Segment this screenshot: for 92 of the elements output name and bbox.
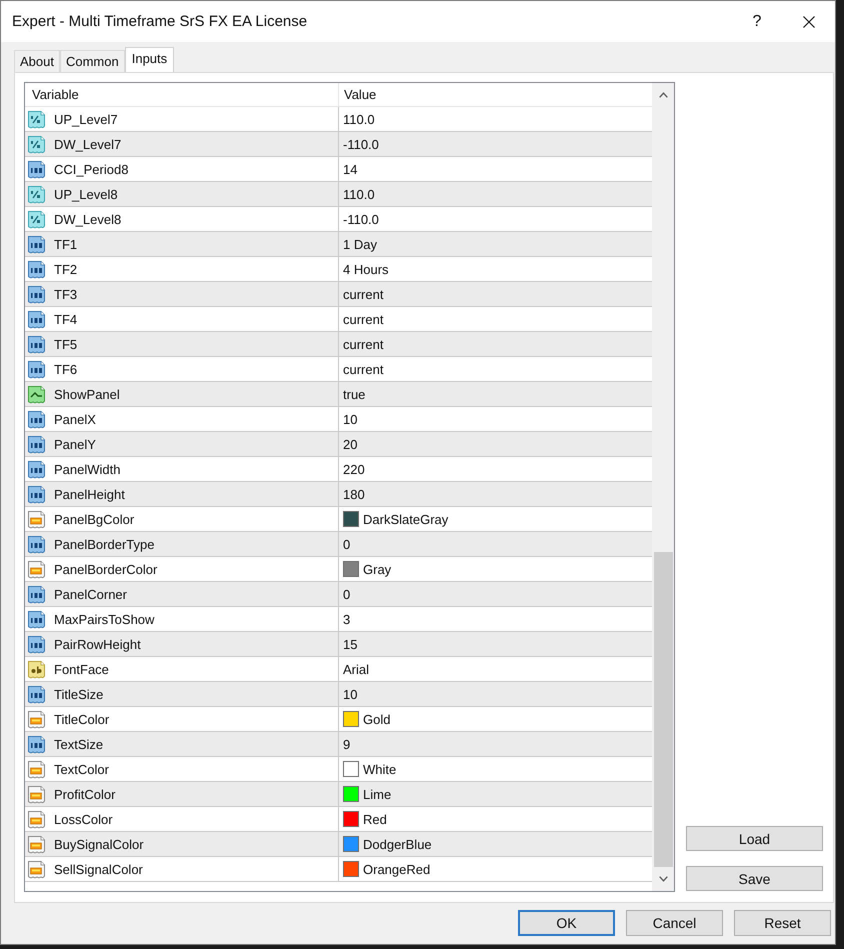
variable-name: ShowPanel — [54, 386, 120, 402]
variable-name: SellSignalColor — [54, 862, 143, 876]
integer-type-icon — [27, 684, 46, 704]
scroll-down-icon — [659, 876, 668, 882]
variable-value[interactable]: 110.0 — [343, 186, 375, 202]
variable-value[interactable]: 14 — [343, 162, 358, 176]
vertical-scrollbar[interactable] — [652, 83, 674, 891]
variable-name: CCI_Period8 — [54, 162, 128, 176]
integer-type-icon — [27, 634, 46, 654]
variable-name: TitleColor — [54, 712, 110, 726]
variable-name: LossColor — [54, 812, 113, 826]
variable-value[interactable]: DarkSlateGray — [363, 512, 448, 526]
variable-name: ProfitColor — [54, 786, 116, 802]
column-header: Value — [343, 86, 378, 104]
variable-name: BuySignalColor — [54, 836, 144, 852]
variable-name: TF1 — [54, 236, 78, 252]
variable-name: TextSize — [54, 736, 104, 752]
variable-name: DW_Level8 — [54, 212, 122, 226]
variable-name: PanelBorderColor — [54, 562, 158, 576]
variable-value[interactable]: DodgerBlue — [363, 836, 432, 852]
variable-value[interactable]: 9 — [343, 736, 350, 752]
integer-type-icon — [27, 584, 46, 604]
tab[interactable]: About — [14, 50, 60, 72]
dialog-button[interactable]: Reset — [734, 910, 831, 936]
variable-name: PanelBorderType — [54, 536, 154, 552]
decimal-type-icon — [27, 184, 46, 204]
integer-type-icon — [27, 734, 46, 754]
variable-value[interactable]: Red — [363, 812, 387, 826]
variable-value[interactable]: 15 — [343, 636, 358, 652]
variable-value[interactable]: 10 — [343, 412, 358, 426]
variable-name: TitleSize — [54, 686, 104, 702]
variable-name: PanelY — [54, 436, 96, 452]
variable-value[interactable]: current — [343, 286, 384, 302]
integer-type-icon — [27, 334, 46, 354]
variable-value[interactable]: 3 — [343, 612, 350, 626]
variable-value[interactable]: 110.0 — [343, 112, 375, 126]
variable-name: FontFace — [54, 662, 109, 676]
integer-type-icon — [27, 284, 46, 304]
variable-name: TextColor — [54, 762, 109, 776]
variable-value[interactable]: 0 — [343, 536, 350, 552]
variable-value[interactable]: 20 — [343, 436, 358, 452]
variable-name: MaxPairsToShow — [54, 612, 154, 626]
decimal-type-icon — [27, 134, 46, 154]
variable-value[interactable]: 0 — [343, 586, 350, 602]
integer-type-icon — [27, 484, 46, 504]
variable-value[interactable]: current — [343, 336, 384, 352]
variable-name: PanelBgColor — [54, 512, 134, 526]
variable-value[interactable]: -110.0 — [343, 136, 379, 152]
variable-name: UP_Level8 — [54, 186, 118, 202]
variable-value[interactable]: 1 Day — [343, 236, 377, 252]
integer-type-icon — [27, 234, 46, 254]
side-button[interactable]: Load — [686, 826, 823, 851]
variable-value[interactable]: current — [343, 362, 384, 376]
variable-value[interactable]: 4 Hours — [343, 262, 389, 276]
variable-name: PanelHeight — [54, 486, 125, 502]
help-button[interactable]: ? — [731, 1, 783, 42]
variable-value[interactable]: 10 — [343, 686, 358, 702]
integer-type-icon — [27, 434, 46, 454]
side-button[interactable]: Save — [686, 866, 823, 891]
boolean-type-icon — [27, 384, 46, 404]
variable-value[interactable]: OrangeRed — [363, 862, 430, 876]
variable-name: TF3 — [54, 286, 78, 302]
variable-name: TF2 — [54, 262, 78, 276]
integer-type-icon — [27, 534, 46, 554]
scrollbar-thumb[interactable] — [654, 552, 673, 867]
variable-value[interactable]: Gray — [363, 562, 392, 576]
variable-name: PanelWidth — [54, 462, 120, 476]
variable-value[interactable]: Lime — [363, 786, 392, 802]
variable-value[interactable]: Arial — [343, 662, 370, 676]
variable-name: PairRowHeight — [54, 636, 141, 652]
close-icon — [803, 16, 815, 28]
scroll-up-icon — [659, 92, 668, 98]
tab[interactable]: Common — [60, 50, 125, 72]
tab[interactable]: Inputs — [124, 47, 174, 72]
window-title: Expert - Multi Timeframe SrS FX EA License — [12, 13, 308, 30]
variable-value[interactable]: White — [363, 762, 396, 776]
variable-name: TF6 — [54, 362, 78, 376]
variable-value[interactable]: current — [343, 312, 384, 326]
variable-name: TF4 — [54, 312, 78, 326]
variable-name: PanelX — [54, 412, 96, 426]
dialog-button[interactable]: OK — [518, 910, 615, 936]
variable-value[interactable]: true — [343, 386, 366, 402]
variable-name: UP_Level7 — [54, 112, 118, 126]
variable-value[interactable]: 220 — [343, 462, 365, 476]
variable-value[interactable]: Gold — [363, 712, 390, 726]
column-header: Variable — [25, 83, 339, 106]
variable-value[interactable]: 180 — [343, 486, 365, 502]
variable-name: DW_Level7 — [54, 136, 122, 152]
variable-name: PanelCorner — [54, 586, 127, 602]
variable-name: TF5 — [54, 336, 78, 352]
dialog-button[interactable]: Cancel — [626, 910, 723, 936]
variable-value[interactable]: -110.0 — [343, 212, 379, 226]
